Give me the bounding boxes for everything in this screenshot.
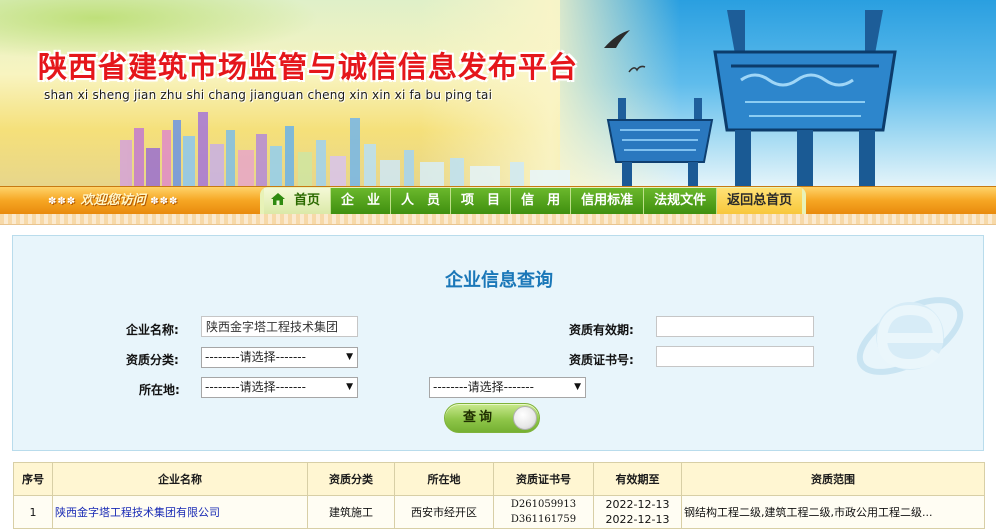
dropdown-arrow-icon: ▼ (346, 382, 353, 392)
location-city-select-value: --------请选择------- (433, 380, 534, 394)
company-name-cell: 陕西金字塔工程技术集团有限公司 (52, 495, 308, 529)
qualification-type-select-value: --------请选择------- (205, 350, 306, 364)
site-title: 陕西省建筑市场监管与诚信信息发布平台 (38, 50, 579, 84)
validity-label: 资质有效期: (569, 323, 634, 337)
valid-until-cell: 2022-12-13 2022-12-13 (593, 495, 682, 529)
bird-illustration (628, 65, 646, 73)
company-name-link[interactable]: 陕西金字塔工程技术集团有限公司 (55, 506, 220, 519)
site-title-pinyin: shan xi sheng jian zhu shi chang jiangua… (44, 88, 493, 102)
certificate-number-2: D361161759 (510, 514, 577, 525)
bronze-vessel-small-illustration (606, 98, 714, 186)
nav-item-enterprise[interactable]: 企 业 (331, 188, 392, 214)
enterprise-query-panel: 企业信息查询 企业名称: 资质分类: --------请选择------- ▼ … (12, 235, 984, 451)
toggle-knob-icon (513, 406, 537, 430)
welcome-ornament-left: ✽✽✽ (48, 196, 77, 207)
certificate-number-label: 资质证书号: (569, 353, 634, 367)
results-table: 序号 企业名称 资质分类 所在地 资质证书号 有效期至 资质范围 1 陕西金字塔… (13, 462, 985, 529)
welcome-ornament-right: ✽✽✽ (150, 196, 179, 207)
column-header-qualification-scope: 资质范围 (681, 462, 985, 496)
qualification-type-cell: 建筑施工 (307, 495, 395, 529)
column-header-valid-until: 有效期至 (593, 462, 682, 496)
city-skyline-illustration (120, 112, 570, 186)
column-header-index: 序号 (13, 462, 53, 496)
company-name-label: 企业名称: (126, 323, 179, 337)
search-button[interactable]: 查询 (444, 403, 540, 433)
nav-item-back-to-main[interactable]: 返回总首页 (717, 188, 803, 214)
column-header-location: 所在地 (394, 462, 494, 496)
qualification-type-label: 资质分类: (126, 353, 179, 367)
qualification-type-select[interactable]: --------请选择------- ▼ (201, 347, 358, 368)
search-button-label: 查询 (463, 410, 496, 425)
valid-until-1: 2022-12-13 (605, 498, 670, 511)
column-header-certificate-number: 资质证书号 (493, 462, 594, 496)
certificate-number-1: D261059913 (510, 499, 577, 510)
location-city-select[interactable]: --------请选择------- ▼ (429, 377, 586, 398)
welcome-message: ✽✽✽ 欢迎您访问 ✽✽✽ (48, 188, 178, 214)
nav-menu: 首页 企 业 人 员 项 目 信 用 信用标准 法规文件 返回总首页 (260, 187, 807, 215)
nav-item-personnel[interactable]: 人 员 (391, 188, 452, 214)
table-row: 1 陕西金字塔工程技术集团有限公司 建筑施工 西安市经开区 D261059913… (13, 495, 985, 529)
column-header-company-name: 企业名称 (52, 462, 308, 496)
bronze-vessel-large-illustration (713, 10, 897, 186)
nav-item-home-label: 首页 (294, 193, 321, 208)
bird-illustration (604, 30, 630, 48)
query-title: 企业信息查询 (445, 270, 553, 291)
valid-until-2: 2022-12-13 (605, 513, 670, 526)
nav-item-project[interactable]: 项 目 (451, 188, 512, 214)
dropdown-arrow-icon: ▼ (574, 382, 581, 392)
nav-item-credit-standard[interactable]: 信用标准 (571, 188, 645, 214)
home-icon (271, 193, 285, 205)
certificate-number-cell: D261059913 D361161759 (493, 495, 594, 529)
location-province-select[interactable]: --------请选择------- ▼ (201, 377, 358, 398)
welcome-text: 欢迎您访问 (80, 193, 146, 208)
validity-input[interactable] (656, 316, 814, 337)
main-navbar: ✽✽✽ 欢迎您访问 ✽✽✽ 首页 企 业 人 员 项 目 信 用 信用标准 法规… (0, 186, 996, 215)
nav-item-credit[interactable]: 信 用 (511, 188, 572, 214)
column-header-qualification-type: 资质分类 (307, 462, 395, 496)
location-cell: 西安市经开区 (394, 495, 494, 529)
qualification-scope-cell: 钢结构工程二级,建筑工程二级,市政公用工程二级... (681, 495, 985, 529)
company-name-input[interactable] (201, 316, 358, 337)
table-header-row: 序号 企业名称 资质分类 所在地 资质证书号 有效期至 资质范围 (13, 462, 985, 496)
location-province-select-value: --------请选择------- (205, 380, 306, 394)
certificate-number-input[interactable] (656, 346, 814, 367)
dropdown-arrow-icon: ▼ (346, 352, 353, 362)
row-index: 1 (13, 495, 53, 529)
nav-item-home[interactable]: 首页 (264, 188, 332, 214)
decorative-divider (0, 214, 996, 225)
nav-item-regulations[interactable]: 法规文件 (644, 188, 718, 214)
location-label: 所在地: (139, 383, 180, 397)
header-banner: 陕西省建筑市场监管与诚信信息发布平台 shan xi sheng jian zh… (0, 0, 996, 186)
